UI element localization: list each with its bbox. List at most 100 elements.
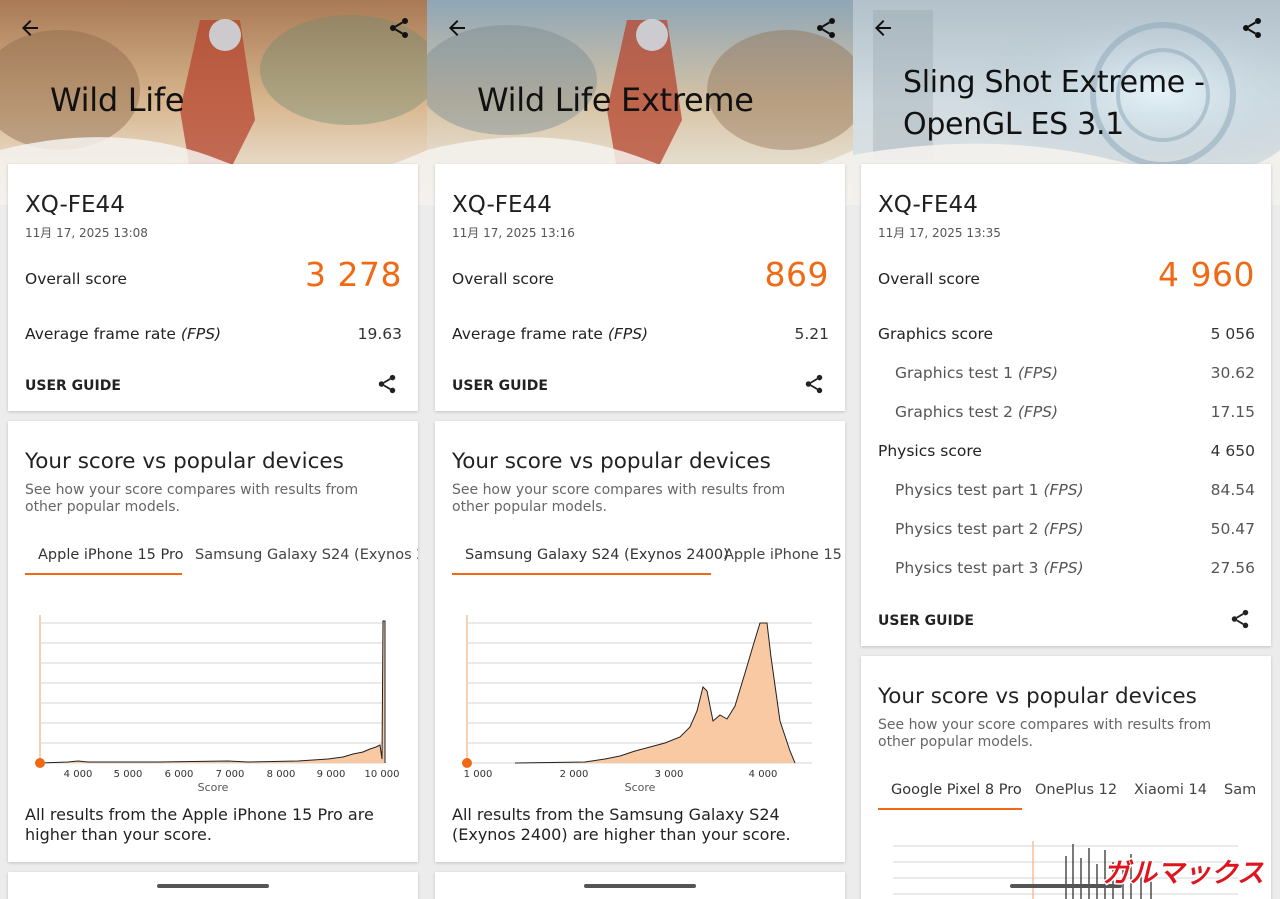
your-score-marker: [35, 758, 45, 768]
row-label: Physics test part 1: [895, 481, 1039, 499]
watermark-logo: ガルマックス: [1101, 857, 1265, 888]
share-icon[interactable]: [1229, 608, 1251, 630]
chart-tick-label: 9 000: [317, 769, 346, 780]
share-icon[interactable]: [1240, 16, 1264, 40]
share-icon[interactable]: [814, 16, 838, 40]
average-frame-rate-row: Average frame rate (FPS) 5.21: [452, 319, 829, 343]
share-icon[interactable]: [387, 16, 411, 40]
user-guide-link[interactable]: USER GUIDE: [25, 378, 121, 394]
tab-apple-iphone-15[interactable]: Apple iPhone 15: [724, 547, 842, 563]
chart-tick-label: 8 000: [267, 769, 296, 780]
comparison-verdict: All results from the Samsung Galaxy S24 …: [452, 805, 791, 844]
tab-samsung[interactable]: Sam: [1224, 782, 1256, 798]
row-label: Average frame rate: [452, 325, 603, 343]
benchmark-title: Wild Life Extreme: [477, 81, 754, 119]
result-date: 11月 17, 2025 13:08: [25, 226, 148, 240]
chart-axis-label: Score: [625, 781, 656, 794]
device-name: XQ-FE44: [878, 192, 978, 218]
row-value: 84.54: [1210, 481, 1255, 499]
active-tab-indicator: [878, 808, 1022, 810]
device-tabs: Apple iPhone 15 Pro Samsung Galaxy S24 (…: [25, 541, 418, 577]
benchmark-title-line-1: Sling Shot Extreme -: [903, 65, 1205, 100]
user-guide-link[interactable]: USER GUIDE: [452, 378, 548, 394]
comparison-title: Your score vs popular devices: [878, 684, 1197, 709]
result-card: XQ-FE44 11月 17, 2025 13:16 Overall score…: [435, 164, 845, 411]
comparison-card: Your score vs popular devices See how yo…: [8, 421, 418, 862]
active-tab-indicator: [25, 573, 182, 575]
tab-samsung-galaxy-s24[interactable]: Samsung Galaxy S24 (Exynos 2400): [465, 547, 729, 563]
physics-score-row: Physics score 4 650: [878, 436, 1255, 460]
your-score-marker: [462, 758, 472, 768]
result-card: XQ-FE44 11月 17, 2025 13:35 Overall score…: [861, 164, 1271, 646]
row-unit: (FPS): [1017, 364, 1059, 382]
device-name: XQ-FE44: [452, 192, 552, 218]
watermark-text: ガルマックス: [1103, 858, 1264, 887]
back-arrow-icon[interactable]: [871, 16, 895, 40]
wild-life-extreme-panel: Wild Life Extreme XQ-FE44 11月 17, 2025 1…: [427, 0, 854, 899]
comparison-description: See how your score compares with results…: [25, 482, 359, 515]
comparison-description: See how your score compares with results…: [452, 482, 786, 515]
back-arrow-icon[interactable]: [18, 16, 42, 40]
chart-tick-label: 3 000: [655, 769, 684, 780]
graphics-test-2-row: Graphics test 2 (FPS) 17.15: [878, 397, 1255, 421]
average-frame-rate-row: Average frame rate (FPS) 19.63: [25, 319, 402, 343]
chart-tick-label: 1 000: [464, 769, 493, 780]
row-unit: (FPS): [1017, 403, 1059, 421]
row-value: 19.63: [357, 325, 402, 343]
share-icon[interactable]: [803, 373, 825, 395]
row-label: Graphics test 1: [895, 364, 1013, 382]
overall-score-row: Overall score 3 278: [25, 255, 402, 294]
row-value: 30.62: [1210, 364, 1255, 382]
row-value: 5 056: [1210, 325, 1255, 343]
physics-test-part-3-row: Physics test part 3 (FPS) 27.56: [878, 553, 1255, 577]
chart-axis-label: Score: [198, 781, 229, 794]
chart-distribution-area: [40, 621, 385, 763]
user-guide-link[interactable]: USER GUIDE: [878, 613, 974, 629]
row-value: 5.21: [794, 325, 829, 343]
benchmark-title: Wild Life: [50, 81, 185, 119]
overall-score-value: 4 960: [1158, 255, 1255, 294]
chart-tick-label: 2 000: [560, 769, 589, 780]
row-label: Physics test part 3: [895, 559, 1039, 577]
result-card: XQ-FE44 11月 17, 2025 13:08 Overall score…: [8, 164, 418, 411]
row-unit: (FPS): [1043, 481, 1084, 499]
score-distribution-chart: 4 000 5 000 6 000 7 000 8 000 9 000 10 000 Scor…: [35, 615, 400, 794]
benchmark-title: Sling Shot Extreme - OpenGL ES 3.1: [903, 62, 1205, 146]
home-indicator[interactable]: [157, 884, 269, 888]
row-value: 50.47: [1210, 520, 1255, 538]
row-value: 27.56: [1210, 559, 1255, 577]
overall-score-label: Overall score: [25, 270, 127, 288]
chart-distribution-line: [39, 620, 386, 764]
row-label: Graphics score: [878, 325, 994, 343]
comparison-title: Your score vs popular devices: [452, 449, 771, 474]
benchmark-title-line-2: OpenGL ES 3.1: [903, 107, 1124, 142]
chart-tick-label: 5 000: [114, 769, 143, 780]
tab-samsung-galaxy-s24[interactable]: Samsung Galaxy S24 (Exynos 24: [195, 547, 418, 563]
row-label: Average frame rate: [25, 325, 176, 343]
home-indicator[interactable]: [584, 884, 696, 888]
score-distribution-chart: 1 000 2 000 3 000 4 000 Score: [462, 615, 812, 794]
tab-xiaomi-14[interactable]: Xiaomi 14: [1134, 782, 1207, 798]
chart-tick-label: 6 000: [165, 769, 194, 780]
share-icon[interactable]: [376, 373, 398, 395]
tab-apple-iphone-15-pro[interactable]: Apple iPhone 15 Pro: [38, 547, 184, 563]
back-arrow-icon[interactable]: [445, 16, 469, 40]
device-name: XQ-FE44: [25, 192, 125, 218]
comparison-description: See how your score compares with results…: [878, 717, 1212, 750]
overall-score-value: 869: [764, 255, 829, 294]
chart-tick-label: 10 000: [365, 769, 400, 780]
row-unit: (FPS): [180, 325, 222, 343]
tab-google-pixel-8-pro[interactable]: Google Pixel 8 Pro: [891, 782, 1022, 798]
overall-score-label: Overall score: [452, 270, 554, 288]
row-unit: (FPS): [1043, 559, 1084, 577]
row-value: 4 650: [1210, 442, 1255, 460]
result-date: 11月 17, 2025 13:35: [878, 226, 1001, 240]
device-tabs: Samsung Galaxy S24 (Exynos 2400) Apple i…: [452, 541, 845, 577]
tab-oneplus-12[interactable]: OnePlus 12: [1035, 782, 1117, 798]
chart-distribution-area: [515, 623, 795, 763]
row-unit: (FPS): [607, 325, 649, 343]
comparison-card: Your score vs popular devices See how yo…: [435, 421, 845, 862]
chart-tick-label: 4 000: [749, 769, 778, 780]
physics-test-part-1-row: Physics test part 1 (FPS) 84.54: [878, 475, 1255, 499]
row-label: Physics test part 2: [895, 520, 1039, 538]
